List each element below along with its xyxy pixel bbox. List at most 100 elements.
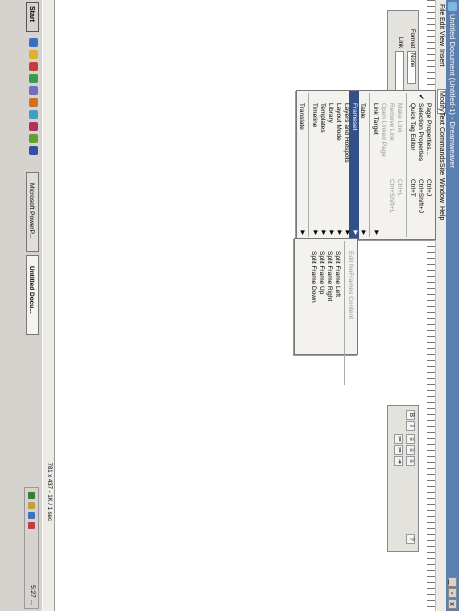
link-label: Link — [397, 37, 403, 49]
menu-item-split-frame-down[interactable]: Split Frame Down — [308, 239, 318, 354]
folder-quicklaunch-icon[interactable] — [29, 50, 38, 59]
app2-quicklaunch-icon[interactable] — [29, 74, 38, 83]
italic-button[interactable]: I — [406, 421, 415, 431]
app-quicklaunch-icon[interactable] — [29, 62, 38, 71]
taskbar-item-powerpoint[interactable]: Microsoft PowerP... — [26, 172, 39, 252]
menu-item-label: Page Properties... — [425, 103, 432, 156]
menu-item-label: Layers and Hotspots — [343, 103, 350, 163]
menu-text[interactable]: Text — [438, 112, 445, 125]
menu-item-shortcut: Ctrl+L — [396, 179, 403, 197]
submenu-arrow-icon: ▶ — [360, 230, 366, 235]
menu-separator — [369, 93, 370, 237]
menu-separator — [308, 93, 309, 237]
menu-item-label: Split Frame Right — [326, 251, 333, 302]
submenu-arrow-icon: ▶ — [352, 230, 358, 235]
window-title: Untitled Document (Untitled-1) - Dreamwe… — [448, 14, 457, 169]
menu-item-edit-noframes-content: Edit NoFrames Content — [345, 239, 355, 354]
app3-quicklaunch-icon[interactable] — [29, 86, 38, 95]
checkmark-icon: ✔ — [417, 94, 424, 100]
ie-quicklaunch-icon[interactable] — [29, 38, 38, 47]
align-left-icon[interactable]: ≡ — [406, 434, 415, 444]
align-right-icon[interactable]: ≡ — [406, 456, 415, 466]
submenu-arrow-icon: ▶ — [299, 230, 305, 235]
menu-item-label: Edit NoFrames Content — [347, 251, 354, 319]
title-bar: Untitled Document (Untitled-1) - Dreamwe… — [446, 0, 459, 611]
menu-item-label: Make Link — [396, 103, 403, 133]
menu-item-translate[interactable]: Translate ▶ — [296, 91, 306, 239]
tray-network-icon[interactable] — [28, 492, 35, 499]
submenu-arrow-icon: ▶ — [320, 230, 326, 235]
menu-item-shortcut: Ctrl+Shift+J — [417, 179, 424, 213]
format-label: Format — [409, 29, 415, 49]
menu-file[interactable]: File — [438, 4, 445, 15]
submenu-arrow-icon: ▶ — [328, 230, 334, 235]
menu-insert[interactable]: Insert — [438, 49, 445, 67]
submenu-arrow-icon: ▶ — [373, 230, 379, 235]
status-bar: 781 x 437 - 1K / 1 sec — [42, 0, 55, 611]
menu-item-label: Selection Properties — [417, 103, 424, 162]
frameset-submenu: Edit NoFrames Content Split Frame Left Spl… — [294, 238, 358, 385]
menu-item-label: Templates — [319, 103, 326, 133]
tray-app-icon[interactable] — [28, 512, 35, 519]
app4-quicklaunch-icon[interactable] — [29, 98, 38, 107]
menu-modify[interactable]: Modify — [437, 89, 446, 114]
close-button[interactable]: x — [448, 599, 457, 609]
menu-item-label: Layout Mode — [335, 103, 342, 141]
menu-help[interactable]: Help — [438, 206, 445, 220]
menu-item-label: Split Frame Up — [318, 251, 325, 295]
format-select[interactable]: None — [407, 51, 416, 84]
app7-quicklaunch-icon[interactable] — [29, 134, 38, 143]
maximize-button[interactable]: ▫ — [448, 588, 457, 598]
submenu-arrow-icon: ▶ — [312, 230, 318, 235]
menu-item-label: Open Linked Page — [380, 103, 387, 157]
menu-separator — [406, 93, 407, 237]
app6-quicklaunch-icon[interactable] — [29, 122, 38, 131]
modify-menu-dropdown: Page Properties... Ctrl+J ✔ Selection Prope… — [296, 90, 436, 240]
submenu-arrow-icon: ▶ — [336, 230, 342, 235]
tray-volume-icon[interactable] — [28, 502, 35, 509]
bold-button[interactable]: B — [406, 410, 415, 420]
menu-site[interactable]: Site — [438, 163, 445, 175]
menu-item-timeline[interactable]: Timeline ▶ — [309, 91, 319, 239]
menu-commands[interactable]: Commands — [438, 127, 445, 163]
system-tray: 5:27 ... — [24, 487, 39, 609]
screen: Untitled Document (Untitled-1) - Dreamwe… — [0, 0, 459, 611]
submenu-arrow-icon: ▶ — [344, 230, 350, 235]
menu-item-label: Split Frame Left — [334, 251, 341, 297]
taskbar: Start Microsoft PowerP... Untitled Docu.… — [0, 0, 43, 611]
menu-separator — [344, 241, 345, 385]
taskbar-item-dreamweaver[interactable]: Untitled Docu... — [26, 255, 39, 335]
document-size-info: 781 x 437 - 1K / 1 sec — [46, 462, 52, 521]
ordered-list-icon[interactable]: ≔ — [394, 445, 403, 455]
menu-item-label: Table — [359, 103, 366, 119]
menu-edit[interactable]: Edit — [438, 17, 445, 29]
menu-item-label: Link Target — [372, 103, 379, 135]
menu-window[interactable]: Window — [438, 178, 445, 203]
tray-app2-icon[interactable] — [28, 522, 35, 529]
menu-item-label: Timeline — [311, 103, 318, 128]
clock: 5:27 ... — [29, 585, 36, 605]
menu-item-shortcut: Ctrl+Shift+L — [388, 179, 395, 214]
menu-item-link-target[interactable]: Link Target ▶ — [370, 91, 380, 239]
menu-item-label: Split Frame Down — [310, 251, 317, 303]
menu-item-label: Translate — [298, 103, 305, 130]
menu-item-label: Frameset — [351, 103, 358, 131]
unordered-list-icon[interactable]: ≔ — [394, 434, 403, 444]
app8-quicklaunch-icon[interactable] — [29, 146, 38, 155]
menu-item-quick-tag-editor[interactable]: Quick Tag Editor Ctrl+T — [407, 91, 417, 239]
menu-item-shortcut: Ctrl+T — [409, 179, 416, 197]
align-center-icon[interactable]: ≡ — [406, 445, 415, 455]
dreamweaver-app-icon — [448, 2, 457, 11]
menu-view[interactable]: View — [438, 31, 445, 46]
property-inspector-right: B I ≡ ≡ ≡ ≔ ≔ ⇥ ? — [387, 405, 419, 552]
menu-bar: File Edit View Insert Modify Text Comman… — [435, 0, 446, 611]
menu-item-label: Library — [327, 103, 334, 123]
start-button[interactable]: Start — [26, 2, 39, 32]
menu-item-label: Quick Tag Editor — [409, 103, 416, 151]
indent-icon[interactable]: ⇥ — [394, 456, 403, 466]
menu-item-label: Remove Link — [388, 103, 395, 141]
app5-quicklaunch-icon[interactable] — [29, 110, 38, 119]
minimize-button[interactable]: _ — [448, 577, 457, 587]
help-icon[interactable]: ? — [406, 534, 415, 544]
menu-item-shortcut: Ctrl+J — [425, 179, 432, 197]
